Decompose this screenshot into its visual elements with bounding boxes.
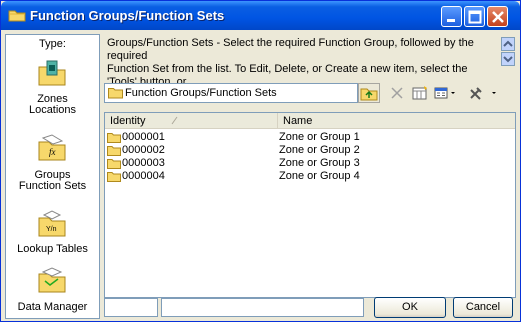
name-input[interactable] [161, 298, 364, 317]
ok-button[interactable]: OK [374, 297, 446, 318]
path-field[interactable]: Function Groups/Function Sets [104, 83, 358, 103]
column-header-name[interactable]: Name [278, 113, 515, 129]
zones-locations-icon [38, 60, 66, 86]
window-title: Function Groups/Function Sets [30, 8, 225, 23]
type-label: Type: [39, 38, 66, 50]
cell-identity: 0000003 [122, 157, 165, 169]
folder-icon [8, 10, 26, 22]
folder-icon [107, 172, 121, 182]
folder-icon [108, 88, 123, 99]
path-text: Function Groups/Function Sets [125, 87, 277, 99]
chevron-down-icon [492, 92, 496, 94]
sidebar-item-label: Locations [28, 104, 77, 116]
title-bar[interactable]: Function Groups/Function Sets [1, 1, 520, 30]
table-row[interactable]: 0000001 Zone or Group 1 [105, 131, 515, 144]
cancel-button[interactable]: Cancel [453, 297, 513, 318]
table-row[interactable]: 0000004 Zone or Group 4 [105, 170, 515, 183]
cell-name: Zone or Group 3 [279, 157, 360, 169]
cell-name: Zone or Group 2 [279, 144, 360, 156]
delete-button[interactable] [387, 83, 407, 103]
tools-button[interactable] [466, 83, 500, 103]
up-folder-button[interactable] [358, 83, 380, 103]
description-text: Groups/Function Sets - Select the requir… [107, 37, 487, 89]
description-line: Groups/Function Sets - Select the requir… [107, 37, 474, 62]
dialog-window: Function Groups/Function Sets Type: Zone… [0, 0, 521, 322]
sort-indicator-icon [171, 116, 178, 125]
sidebar-item-label: Data Manager [17, 301, 88, 313]
svg-text:Y/n: Y/n [46, 226, 57, 233]
column-header-label: Name [283, 115, 313, 127]
data-manager-icon [38, 267, 66, 293]
cell-identity: 0000001 [122, 131, 165, 143]
column-header-label: Identity [110, 115, 146, 127]
maximize-icon [468, 10, 482, 24]
cell-identity: 0000002 [122, 144, 165, 156]
type-sidebar: Type: Zones Locations fx Groups Function… [5, 34, 100, 319]
table-row[interactable]: 0000003 Zone or Group 3 [105, 157, 515, 170]
svg-text:fx: fx [49, 147, 56, 157]
cell-name: Zone or Group 4 [279, 170, 360, 182]
sidebar-item-groups-function-sets[interactable]: fx Groups Function Sets [6, 127, 99, 192]
lookup-tables-icon: Y/n [38, 210, 66, 237]
sidebar-item-label: Function Sets [18, 180, 87, 192]
description-scroll-arrows[interactable] [501, 37, 515, 67]
close-button[interactable] [487, 6, 508, 27]
identity-input[interactable] [104, 298, 158, 317]
properties-button[interactable] [410, 83, 430, 103]
chevron-down-icon [451, 92, 455, 94]
cell-name: Zone or Group 1 [279, 131, 360, 143]
items-list[interactable]: Identity Name 0000001 Zone or Group 1 00… [104, 112, 516, 298]
column-header-identity[interactable]: Identity [105, 113, 278, 129]
folder-icon [107, 133, 121, 143]
sidebar-item-lookup-tables[interactable]: Y/n Lookup Tables [6, 205, 99, 255]
sidebar-item-label: Lookup Tables [17, 243, 88, 255]
close-icon [492, 11, 504, 23]
maximize-button[interactable] [464, 6, 485, 27]
function-sets-icon: fx [38, 134, 66, 161]
sidebar-item-data-manager[interactable]: Data Manager [6, 263, 99, 315]
delete-icon [391, 87, 403, 99]
views-button[interactable] [432, 83, 458, 103]
minimize-button[interactable] [441, 6, 462, 27]
sidebar-item-zones-locations[interactable]: Zones Locations [6, 53, 99, 117]
table-row[interactable]: 0000002 Zone or Group 2 [105, 144, 515, 157]
folder-icon [107, 146, 121, 156]
folder-icon [107, 159, 121, 169]
minimize-icon [447, 19, 455, 22]
cell-identity: 0000004 [122, 170, 165, 182]
